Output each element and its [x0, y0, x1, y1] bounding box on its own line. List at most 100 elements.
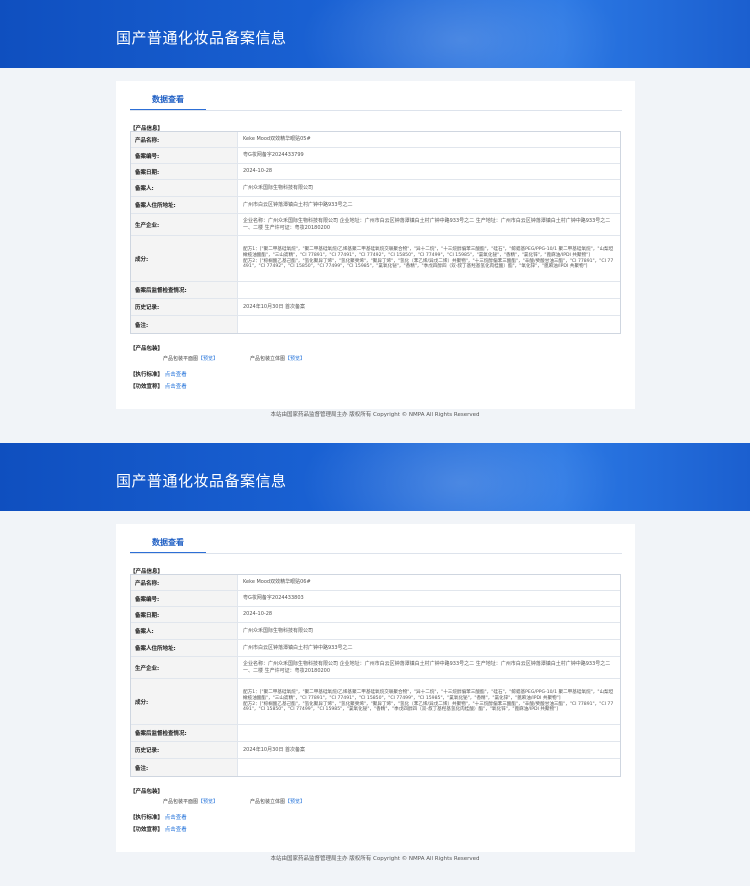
standard-row: 【执行标准】 点击查看: [130, 370, 187, 378]
pkg-flat-label: 产品包装平面图: [163, 799, 199, 805]
row-value: [238, 316, 620, 333]
standard-row: 【执行标准】 点击查看: [130, 813, 187, 821]
table-row: 备案后监督检查情况:: [131, 725, 620, 742]
row-label: 产品名称:: [131, 575, 238, 590]
table-row: 备案编号: 粤G妆网备字2024433799: [131, 148, 620, 164]
table-row: 成分: 配方1：["聚二甲基硅氧烷"，"聚二甲基硅氧烷/乙烯基聚二甲基硅氧烷交联…: [131, 236, 620, 282]
table-row: 备案人住所地址: 广州市白云区钟落潭镇白土村广钟中路933号之二: [131, 197, 620, 214]
row-label: 备案日期:: [131, 164, 238, 179]
table-row: 备案人住所地址: 广州市白云区钟落潭镇白土村广钟中路933号之二: [131, 640, 620, 657]
row-label: 备案人:: [131, 180, 238, 196]
efficacy-row: 【功效宣称】 点击查看: [130, 825, 187, 833]
standard-label: 【执行标准】: [130, 372, 164, 378]
row-label: 生产企业:: [131, 657, 238, 678]
row-label: 备案人住所地址:: [131, 197, 238, 213]
product-info-table: 产品名称: Keke Mood双效精华眼贴05# 备案编号: 粤G妆网备字202…: [130, 131, 621, 334]
efficacy-view-link[interactable]: 点击查看: [165, 384, 187, 390]
row-label: 备案编号:: [131, 591, 238, 606]
product-info-table: 产品名称: Keke Mood双效精华眼贴06# 备案编号: 粤G妆网备字202…: [130, 574, 621, 777]
standard-label: 【执行标准】: [130, 815, 164, 821]
table-row: 备案日期: 2024-10-28: [131, 607, 620, 623]
pkg-3d-label: 产品包装立体图: [250, 799, 286, 805]
row-value: 广州众禾国际生物科技有限公司: [243, 184, 314, 191]
tab-divider: [130, 553, 622, 554]
standard-view-link[interactable]: 点击查看: [165, 815, 187, 821]
row-value: 粤G妆网备字2024433803: [243, 595, 304, 602]
table-row: 成分: 配方1：["聚二甲基硅氧烷"，"聚二甲基硅氧烷/乙烯基聚二甲基硅氧烷交联…: [131, 679, 620, 725]
row-label: 备案后监督检查情况:: [131, 725, 238, 741]
screenshot-2: 国产普通化妆品备案信息 数据查看 【产品信息】 产品名称: Keke Mood双…: [0, 443, 750, 886]
row-label: 生产企业:: [131, 214, 238, 235]
row-value: 粤G妆网备字2024433799: [243, 152, 304, 159]
row-value: 企业名称：广州众禾国际生物科技有限公司 企业地址：广州市白云区钟落潭镇白土村广钟…: [243, 661, 611, 674]
efficacy-label: 【功效宣称】: [130, 827, 164, 833]
section-packaging: 【产品包装】: [130, 789, 164, 795]
table-row: 产品名称: Keke Mood双效精华眼贴05#: [131, 132, 620, 148]
detail-card: 数据查看 【产品信息】 产品名称: Keke Mood双效精华眼贴05# 备案编…: [116, 81, 635, 409]
pkg-3d-preview-link[interactable]: 【预览】: [285, 356, 305, 362]
row-value: 企业名称：广州众禾国际生物科技有限公司 企业地址：广州市白云区钟落潭镇白土村广钟…: [243, 218, 611, 231]
table-row: 历史记录: 2024年10月30日 首次备案: [131, 299, 620, 316]
pkg-flat-preview-link[interactable]: 【预览】: [198, 799, 218, 805]
section-packaging: 【产品包装】: [130, 346, 164, 352]
pkg-3d-preview-link[interactable]: 【预览】: [285, 799, 305, 805]
row-label: 历史记录:: [131, 742, 238, 758]
tab-data-view[interactable]: 数据查看: [130, 534, 206, 554]
row-value: [238, 282, 620, 298]
standard-view-link[interactable]: 点击查看: [165, 372, 187, 378]
pkg-3d: 产品包装立体图【预览】: [250, 798, 305, 805]
table-row: 生产企业: 企业名称：广州众禾国际生物科技有限公司 企业地址：广州市白云区钟落潭…: [131, 214, 620, 236]
row-value: [238, 759, 620, 776]
pkg-flat: 产品包装平面图【预览】: [163, 355, 218, 362]
pkg-3d: 产品包装立体图【预览】: [250, 355, 305, 362]
footer-copyright: 本站由国家药品监督管理局主办 版权所有 Copyright © NMPA All…: [270, 412, 480, 418]
row-label: 备案人:: [131, 623, 238, 639]
header-title: 国产普通化妆品备案信息: [116, 472, 287, 490]
efficacy-view-link[interactable]: 点击查看: [165, 827, 187, 833]
table-row: 备注:: [131, 759, 620, 776]
tab-divider: [130, 110, 622, 111]
row-value: 广州市白云区钟落潭镇白土村广钟中路933号之二: [243, 644, 353, 651]
row-value: [238, 725, 620, 741]
header-banner: 国产普通化妆品备案信息: [0, 0, 750, 68]
row-value: 2024-10-28: [243, 611, 273, 618]
table-row: 历史记录: 2024年10月30日 首次备案: [131, 742, 620, 759]
table-row: 备案人: 广州众禾国际生物科技有限公司: [131, 623, 620, 640]
pkg-3d-label: 产品包装立体图: [250, 356, 286, 362]
row-label: 备案日期:: [131, 607, 238, 622]
header-banner: 国产普通化妆品备案信息: [0, 443, 750, 511]
screenshot-1: 国产普通化妆品备案信息 数据查看 【产品信息】 产品名称: Keke Mood双…: [0, 0, 750, 443]
row-value: 2024年10月30日 首次备案: [243, 303, 306, 310]
row-label: 备注:: [131, 759, 238, 776]
row-label: 产品名称:: [131, 132, 238, 147]
footer-copyright: 本站由国家药品监督管理局主办 版权所有 Copyright © NMPA All…: [270, 856, 480, 862]
table-row: 备案人: 广州众禾国际生物科技有限公司: [131, 180, 620, 197]
detail-card: 数据查看 【产品信息】 产品名称: Keke Mood双效精华眼贴06# 备案编…: [116, 524, 635, 852]
row-label: 备案人住所地址:: [131, 640, 238, 656]
row-label: 成分:: [131, 236, 238, 281]
row-value: Keke Mood双效精华眼贴06#: [243, 579, 311, 586]
row-value: 配方1：["聚二甲基硅氧烷"，"聚二甲基硅氧烷/乙烯基聚二甲基硅氧烷交联聚合物"…: [243, 247, 614, 270]
row-value: 广州市白云区钟落潭镇白土村广钟中路933号之二: [243, 201, 353, 208]
row-label: 备案编号:: [131, 148, 238, 163]
row-label: 备注:: [131, 316, 238, 333]
row-label: 历史记录:: [131, 299, 238, 315]
row-value: 广州众禾国际生物科技有限公司: [243, 627, 314, 634]
row-label: 备案后监督检查情况:: [131, 282, 238, 298]
pkg-flat: 产品包装平面图【预览】: [163, 798, 218, 805]
table-row: 备案编号: 粤G妆网备字2024433803: [131, 591, 620, 607]
table-row: 备案日期: 2024-10-28: [131, 164, 620, 180]
row-label: 成分:: [131, 679, 238, 724]
row-value: 2024-10-28: [243, 168, 273, 175]
efficacy-label: 【功效宣称】: [130, 384, 164, 390]
table-row: 产品名称: Keke Mood双效精华眼贴06#: [131, 575, 620, 591]
efficacy-row: 【功效宣称】 点击查看: [130, 382, 187, 390]
row-value: Keke Mood双效精华眼贴05#: [243, 136, 311, 143]
tab-data-view[interactable]: 数据查看: [130, 91, 206, 111]
table-row: 生产企业: 企业名称：广州众禾国际生物科技有限公司 企业地址：广州市白云区钟落潭…: [131, 657, 620, 679]
pkg-flat-label: 产品包装平面图: [163, 356, 199, 362]
table-row: 备案后监督检查情况:: [131, 282, 620, 299]
pkg-flat-preview-link[interactable]: 【预览】: [198, 356, 218, 362]
table-row: 备注:: [131, 316, 620, 333]
row-value: 配方1：["聚二甲基硅氧烷"，"聚二甲基硅氧烷/乙烯基聚二甲基硅氧烷交联聚合物"…: [243, 690, 614, 713]
